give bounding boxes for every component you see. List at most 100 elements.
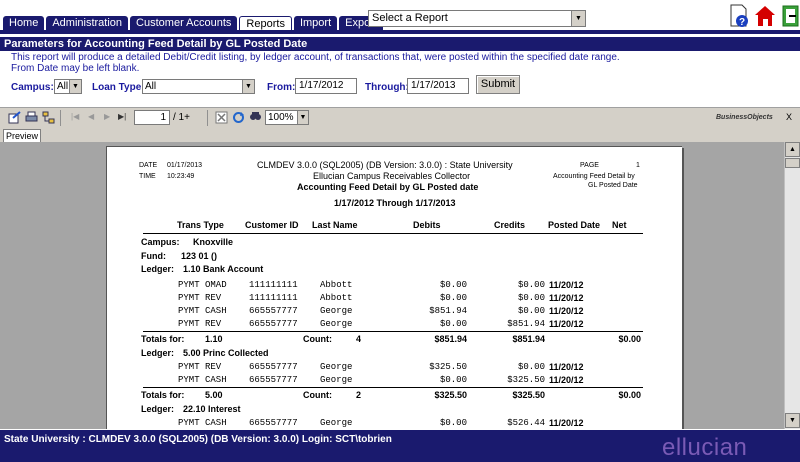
date-label: DATE	[139, 162, 158, 169]
cell-customer-id: 665557777	[249, 319, 298, 329]
refresh-icon[interactable]	[232, 111, 245, 124]
export-icon[interactable]	[8, 111, 21, 124]
page-subtitle-1: Accounting Feed Detail by	[553, 173, 635, 180]
close-icon[interactable]: X	[786, 112, 792, 122]
totals-account: 1.10	[205, 334, 223, 344]
cell-trans-type: PYMT CASH	[178, 306, 227, 316]
description-line-2: From Date may be left blank.	[11, 63, 140, 74]
cell-customer-id: 665557777	[249, 418, 298, 428]
through-date-input[interactable]: 1/17/2013	[407, 78, 469, 94]
scroll-down-icon[interactable]: ▼	[785, 413, 800, 428]
chevron-down-icon[interactable]: ▼	[297, 111, 308, 124]
totals-credit: $325.50	[512, 390, 545, 400]
col-trans-type: Trans Type	[177, 220, 224, 230]
cell-posted-date: 11/20/12	[549, 375, 584, 385]
report-viewer: |◀ ◀ ▶ ▶| 1 / 1+ 100% ▼ BusinessObjects …	[0, 107, 800, 429]
ledger-label: Ledger:	[141, 264, 175, 274]
cell-trans-type: PYMT OMAD	[178, 280, 227, 290]
description-line-1: This report will produce a detailed Debi…	[11, 52, 620, 63]
cell-last-name: George	[320, 319, 353, 329]
cell-customer-id: 665557777	[249, 375, 298, 385]
ellucian-logo: ellucian	[662, 434, 748, 461]
cell-customer-id: 665557777	[249, 362, 298, 372]
cell-debit: $0.00	[439, 293, 467, 303]
totals-net: $0.00	[618, 334, 641, 344]
tab-reports[interactable]: Reports	[239, 16, 292, 31]
cell-posted-date: 11/20/12	[549, 362, 584, 372]
tab-administration[interactable]: Administration	[46, 16, 129, 31]
cell-posted-date: 11/20/12	[549, 293, 584, 303]
next-page-icon[interactable]: ▶	[104, 112, 110, 121]
ledger-label: Ledger:	[141, 404, 175, 414]
status-footer: State University : CLMDEV 3.0.0 (SQL2005…	[0, 430, 800, 462]
totals-count: 2	[356, 390, 362, 400]
cell-credit: $851.94	[507, 319, 545, 329]
col-posted-date: Posted Date	[548, 220, 601, 230]
main-tabs: Home Administration Customer Accounts Re…	[3, 16, 385, 31]
fund-value: 123 01 ()	[181, 251, 218, 261]
first-page-icon[interactable]: |◀	[71, 112, 79, 121]
tab-import[interactable]: Import	[293, 16, 338, 31]
cell-last-name: George	[320, 362, 353, 372]
print-icon[interactable]	[25, 111, 38, 124]
group-tree-icon[interactable]	[42, 111, 55, 124]
campus-value: Knoxville	[193, 237, 234, 247]
vertical-scrollbar[interactable]: ▲ ▼	[784, 142, 800, 429]
totals-rule	[143, 331, 643, 332]
chevron-down-icon[interactable]: ▼	[571, 11, 585, 26]
header-rule	[143, 233, 643, 234]
report-title: Accounting Feed Detail by GL Posted date	[297, 182, 479, 192]
prev-page-icon[interactable]: ◀	[88, 112, 94, 121]
cell-posted-date: 11/20/12	[549, 306, 584, 316]
page-number-input[interactable]: 1	[134, 110, 170, 125]
scroll-thumb[interactable]	[785, 158, 800, 168]
loan-type-select-value: All	[145, 81, 157, 92]
top-navigation: Home Administration Customer Accounts Re…	[0, 0, 800, 36]
count-label: Count:	[303, 334, 332, 344]
home-icon[interactable]	[754, 4, 776, 28]
tab-home[interactable]: Home	[3, 16, 45, 31]
tab-customer-accounts[interactable]: Customer Accounts	[130, 16, 238, 31]
loan-type-select[interactable]: All ▼	[142, 79, 255, 94]
exit-icon[interactable]	[781, 4, 800, 28]
ledger-label: Ledger:	[141, 348, 175, 358]
cell-credit: $0.00	[517, 293, 545, 303]
chevron-down-icon[interactable]: ▼	[242, 80, 254, 93]
cell-credit: $0.00	[517, 306, 545, 316]
cell-debit: $0.00	[439, 280, 467, 290]
totals-account: 5.00	[205, 390, 223, 400]
count-label: Count:	[303, 390, 332, 400]
cell-debit: $0.00	[439, 418, 467, 428]
last-page-icon[interactable]: ▶|	[118, 112, 126, 121]
zoom-select[interactable]: 100% ▼	[265, 110, 309, 125]
cell-last-name: Abbott	[320, 293, 353, 303]
report-select[interactable]: Select a Report ▼	[368, 10, 586, 27]
cell-debit: $0.00	[439, 375, 467, 385]
campus-label: Campus:	[11, 82, 54, 93]
help-icon[interactable]: ?	[728, 4, 750, 28]
ledger-name: 1.10 Bank Account	[183, 264, 264, 274]
cell-trans-type: PYMT REV	[178, 293, 222, 303]
cell-debit: $0.00	[439, 319, 467, 329]
cell-trans-type: PYMT REV	[178, 319, 222, 329]
cell-trans-type: PYMT CASH	[178, 375, 227, 385]
chevron-down-icon[interactable]: ▼	[69, 80, 81, 93]
page-number: 1	[636, 162, 640, 169]
date-value: 01/17/2013	[167, 162, 203, 169]
stop-icon[interactable]	[215, 111, 228, 124]
search-icon[interactable]	[249, 111, 262, 124]
toolbar-divider	[207, 110, 208, 126]
from-date-input[interactable]: 1/17/2012	[295, 78, 357, 94]
cell-customer-id: 111111111	[249, 280, 298, 290]
toolbar-divider	[60, 110, 61, 126]
submit-button[interactable]: Submit	[476, 75, 520, 94]
page-subtitle-2: GL Posted Date	[588, 182, 638, 189]
cell-last-name: George	[320, 418, 353, 428]
report-page: DATE 01/17/2013 TIME 10:23:49 CLMDEV 3.0…	[106, 146, 682, 429]
cell-last-name: George	[320, 375, 353, 385]
col-customer-id: Customer ID	[245, 220, 299, 230]
fund-label: Fund:	[141, 251, 166, 261]
scroll-up-icon[interactable]: ▲	[785, 142, 800, 157]
tab-preview[interactable]: Preview	[3, 129, 41, 142]
campus-select[interactable]: All ▼	[54, 79, 82, 94]
